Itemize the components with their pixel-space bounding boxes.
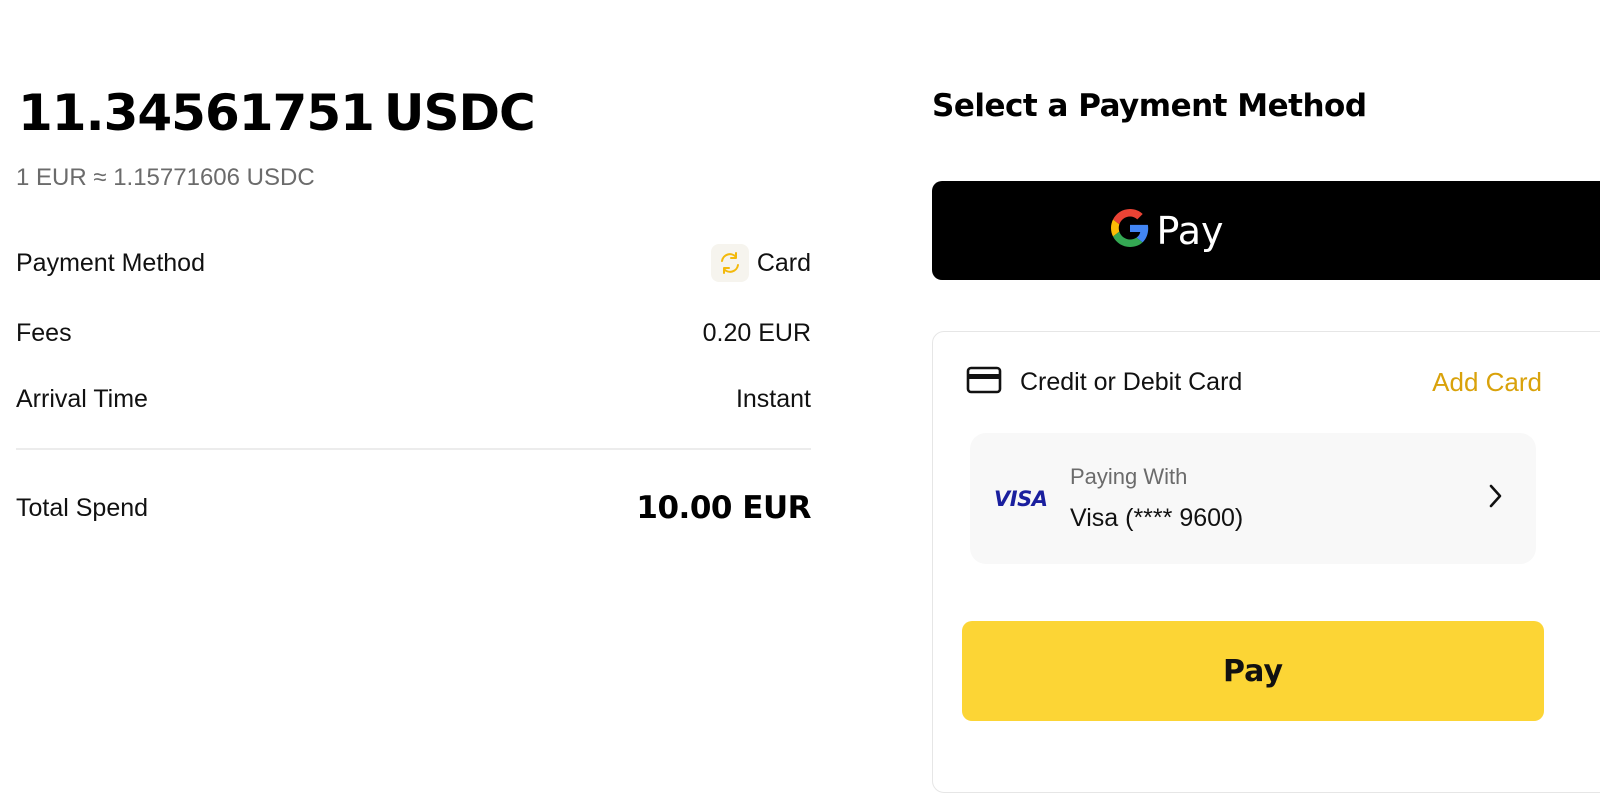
selected-card-name: Visa (**** 9600) (1070, 504, 1244, 532)
google-g-icon (1110, 209, 1149, 252)
card-section-title: Credit or Debit Card (966, 366, 1242, 399)
chevron-right-icon (1488, 483, 1504, 514)
credit-card-icon (966, 366, 1002, 399)
arrival-time-label: Arrival Time (16, 385, 148, 413)
total-spend-row: Total Spend 10.00 EUR (16, 490, 811, 526)
card-refresh-icon (710, 244, 749, 282)
pay-button[interactable]: Pay (962, 621, 1544, 721)
total-spend-label: Total Spend (16, 493, 149, 522)
payment-panel: Select a Payment Method Pay Credit or De… (932, 85, 1600, 793)
google-pay-button[interactable]: Pay (932, 181, 1600, 280)
amount-currency: USDC (383, 84, 536, 142)
amount-value: 11.34561751 (18, 84, 375, 142)
card-payment-section: Credit or Debit Card Add Card VISA Payin… (932, 331, 1600, 793)
receive-amount: 11.34561751 USDC (18, 88, 811, 138)
payment-panel-title: Select a Payment Method (932, 88, 1367, 124)
order-summary: 11.34561751 USDC 1 EUR ≈ 1.15771606 USDC … (16, 80, 811, 526)
selected-card-row[interactable]: VISA Paying With Visa (**** 9600) (970, 433, 1536, 564)
payment-method-text: Card (756, 248, 811, 277)
payment-method-value: Card (710, 244, 811, 282)
fees-label: Fees (16, 319, 72, 347)
selected-card-details: Paying With Visa (**** 9600) (1070, 464, 1488, 533)
summary-divider (16, 448, 811, 450)
add-card-link[interactable]: Add Card (1432, 367, 1542, 398)
card-section-header: Credit or Debit Card Add Card (966, 366, 1542, 399)
exchange-rate: 1 EUR ≈ 1.15771606 USDC (16, 164, 315, 191)
google-pay-label: Pay (1156, 208, 1224, 253)
arrival-time-value: Instant (735, 385, 811, 413)
paying-with-label: Paying With (1070, 464, 1188, 489)
visa-logo: VISA (994, 486, 1048, 511)
fees-row: Fees 0.20 EUR (16, 319, 811, 348)
card-section-label: Credit or Debit Card (1020, 368, 1243, 396)
payment-method-label: Payment Method (16, 248, 205, 277)
payment-method-row: Payment Method Card (16, 244, 811, 282)
arrival-time-row: Arrival Time Instant (16, 385, 811, 414)
google-pay-content: Pay (1110, 208, 1224, 253)
total-spend-value: 10.00 EUR (636, 490, 811, 526)
fees-value: 0.20 EUR (702, 319, 811, 347)
